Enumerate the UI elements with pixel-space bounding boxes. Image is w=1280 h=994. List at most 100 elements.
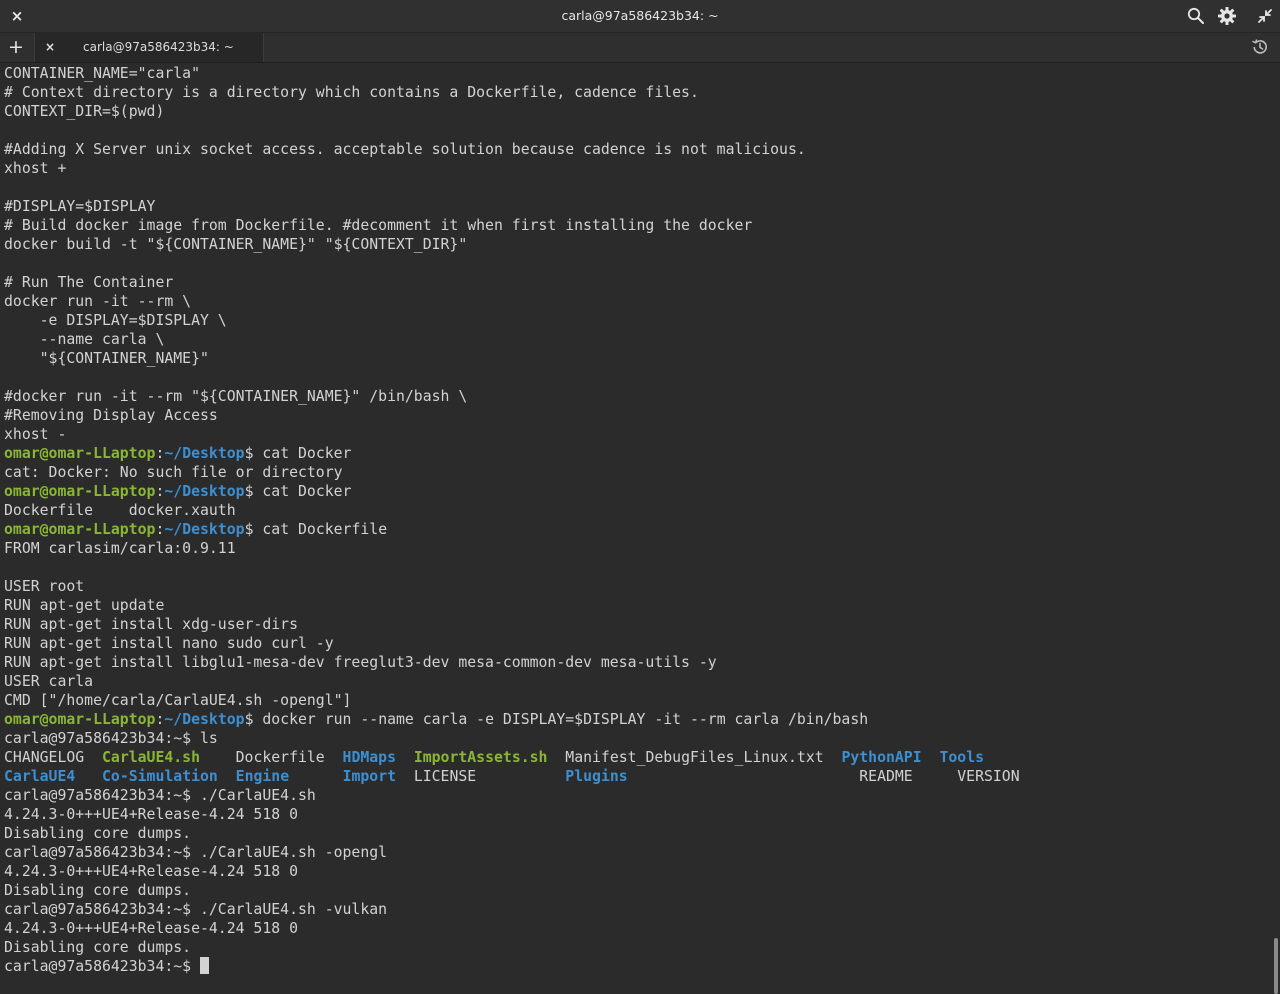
terminal-line: # Context directory is a directory which… <box>4 83 699 102</box>
terminal-text: docker run -it --rm \ <box>4 293 192 310</box>
terminal-text: carla@97a586423b34:~$ ls <box>4 730 218 747</box>
terminal-text: Manifest_DebugFiles_Linux.txt <box>547 749 842 766</box>
terminal-user-text: omar@omar-LLaptop <box>4 445 156 462</box>
restore-icon[interactable] <box>1255 6 1275 26</box>
terminal-dir-text: Co-Simulation <box>102 768 218 785</box>
terminal-line: carla@97a586423b34:~$ ./CarlaUE4.sh <box>4 786 316 805</box>
terminal-text: Disabling core dumps. <box>4 825 192 842</box>
terminal-exec-text: CarlaUE4.sh <box>102 749 200 766</box>
terminal-text: 4.24.3-0+++UE4+Release-4.24 518 0 <box>4 863 298 880</box>
terminal-line: 4.24.3-0+++UE4+Release-4.24 518 0 <box>4 919 298 938</box>
terminal-line: Dockerfile docker.xauth <box>4 501 236 520</box>
terminal-line: carla@97a586423b34:~$ ls <box>4 729 218 748</box>
search-icon[interactable] <box>1186 6 1206 26</box>
terminal-dir-text: CarlaUE4 <box>4 768 76 785</box>
terminal-line: #docker run -it --rm "${CONTAINER_NAME}"… <box>4 387 467 406</box>
terminal-text: RUN apt-get install libglu1-mesa-dev fre… <box>4 654 717 671</box>
terminal-line: Disabling core dumps. <box>4 824 191 843</box>
terminal-text: carla@97a586423b34:~$ <box>4 958 200 975</box>
terminal-line: 4.24.3-0+++UE4+Release-4.24 518 0 <box>4 862 298 881</box>
terminal-line: xhost + <box>4 159 66 178</box>
terminal-dir-text: Tools <box>939 749 985 766</box>
terminal-text: FROM carlasim/carla:0.9.11 <box>4 540 236 557</box>
terminal-text: RUN apt-get install xdg-user-dirs <box>4 616 298 633</box>
terminal-text: $ cat Docker <box>244 445 352 462</box>
terminal-text: $ docker run --name carla -e DISPLAY=$DI… <box>244 711 869 728</box>
terminal-text: 4.24.3-0+++UE4+Release-4.24 518 0 <box>4 920 298 937</box>
terminal-path-text: ~/Desktop <box>164 445 245 462</box>
gear-icon[interactable] <box>1217 6 1237 26</box>
terminal-text: CMD ["/home/carla/CarlaUE4.sh -opengl"] <box>4 692 352 709</box>
terminal-dir-text: Plugins <box>565 768 628 785</box>
terminal-text: # Run The Container <box>4 274 174 291</box>
terminal-line: carla@97a586423b34:~$ ./CarlaUE4.sh -vul… <box>4 900 387 919</box>
terminal-line: #Adding X Server unix socket access. acc… <box>4 140 806 159</box>
terminal-text: #DISPLAY=$DISPLAY <box>4 198 156 215</box>
terminal-text: --name carla \ <box>4 331 165 348</box>
terminal-line: CarlaUE4 Co-Simulation Engine Import LIC… <box>4 767 1020 786</box>
terminal-text: carla@97a586423b34:~$ ./CarlaUE4.sh -ope… <box>4 844 388 861</box>
terminal-line: cat: Docker: No such file or directory <box>4 463 343 482</box>
terminal-exec-text: ImportAssets.sh <box>413 749 548 766</box>
terminal-text: CHANGELOG <box>4 749 102 766</box>
history-icon[interactable] <box>1251 38 1269 56</box>
terminal-line: omar@omar-LLaptop:~/Desktop$ docker run … <box>4 710 868 729</box>
terminal-text: #Removing Display Access <box>4 407 218 424</box>
terminal-line: USER carla <box>4 672 93 691</box>
terminal-line: RUN apt-get update <box>4 596 164 615</box>
tab-close-button[interactable]: × <box>43 39 57 55</box>
terminal-dir-text: Import <box>342 768 397 785</box>
terminal-output[interactable]: CONTAINER_NAME="carla" # Context director… <box>0 63 1272 994</box>
terminal-line: CONTEXT_DIR=$(pwd) <box>4 102 164 121</box>
terminal-text: xhost - <box>4 426 67 443</box>
terminal-user-text: omar@omar-LLaptop <box>4 483 156 500</box>
tab-terminal[interactable]: × carla@97a586423b34: ~ <box>34 33 264 62</box>
new-tab-button[interactable]: + <box>5 37 27 59</box>
terminal-cursor <box>200 957 209 974</box>
terminal-user-text: omar@omar-LLaptop <box>4 711 156 728</box>
terminal-text: "${CONTAINER_NAME}" <box>4 350 209 367</box>
terminal-path-text: ~/Desktop <box>164 483 245 500</box>
terminal-text: carla@97a586423b34:~$ ./CarlaUE4.sh <box>4 787 316 804</box>
terminal-line: 4.24.3-0+++UE4+Release-4.24 518 0 <box>4 805 298 824</box>
terminal-line: # Run The Container <box>4 273 173 292</box>
terminal-text: CONTEXT_DIR=$(pwd) <box>4 103 165 120</box>
terminal-text: $ cat Docker <box>244 483 352 500</box>
terminal-text: USER carla <box>4 673 94 690</box>
terminal-line: Disabling core dumps. <box>4 881 191 900</box>
terminal-path-text: ~/Desktop <box>164 711 245 728</box>
restore-icon-svg <box>1258 9 1272 23</box>
tab-label: carla@97a586423b34: ~ <box>83 40 234 54</box>
terminal-text: USER root <box>4 578 85 595</box>
scrollbar-thumb[interactable] <box>1274 938 1278 994</box>
terminal-line: USER root <box>4 577 84 596</box>
terminal-line: -e DISPLAY=$DISPLAY \ <box>4 311 227 330</box>
terminal-text: #docker run -it --rm "${CONTAINER_NAME}"… <box>4 388 468 405</box>
terminal-line: docker run -it --rm \ <box>4 292 191 311</box>
terminal-line: #Removing Display Access <box>4 406 218 425</box>
terminal-text: carla@97a586423b34:~$ ./CarlaUE4.sh -vul… <box>4 901 388 918</box>
terminal-text: 4.24.3-0+++UE4+Release-4.24 518 0 <box>4 806 298 823</box>
terminal-line: docker build -t "${CONTAINER_NAME}" "${C… <box>4 235 467 254</box>
terminal-text: RUN apt-get install nano sudo curl -y <box>4 635 334 652</box>
history-icon-svg <box>1252 39 1267 54</box>
terminal-line: "${CONTAINER_NAME}" <box>4 349 209 368</box>
terminal-text: # Build docker image from Dockerfile. #d… <box>4 217 753 234</box>
terminal-line: # Build docker image from Dockerfile. #d… <box>4 216 752 235</box>
terminal-text: xhost + <box>4 160 67 177</box>
terminal-text: Disabling core dumps. <box>4 882 192 899</box>
terminal-line: Disabling core dumps. <box>4 938 191 957</box>
gear-icon-svg <box>1218 7 1236 25</box>
terminal-dir-text: PythonAPI <box>841 749 922 766</box>
terminal-text: cat: Docker: No such file or directory <box>4 464 343 481</box>
terminal-line: --name carla \ <box>4 330 165 349</box>
terminal-line: CMD ["/home/carla/CarlaUE4.sh -opengl"] <box>4 691 351 710</box>
terminal-path-text: ~/Desktop <box>164 521 245 538</box>
terminal-text: Dockerfile <box>200 749 343 766</box>
terminal-text: Disabling core dumps. <box>4 939 192 956</box>
terminal-text: docker build -t "${CONTAINER_NAME}" "${C… <box>4 236 468 253</box>
terminal-dir-text: Engine <box>235 768 290 785</box>
